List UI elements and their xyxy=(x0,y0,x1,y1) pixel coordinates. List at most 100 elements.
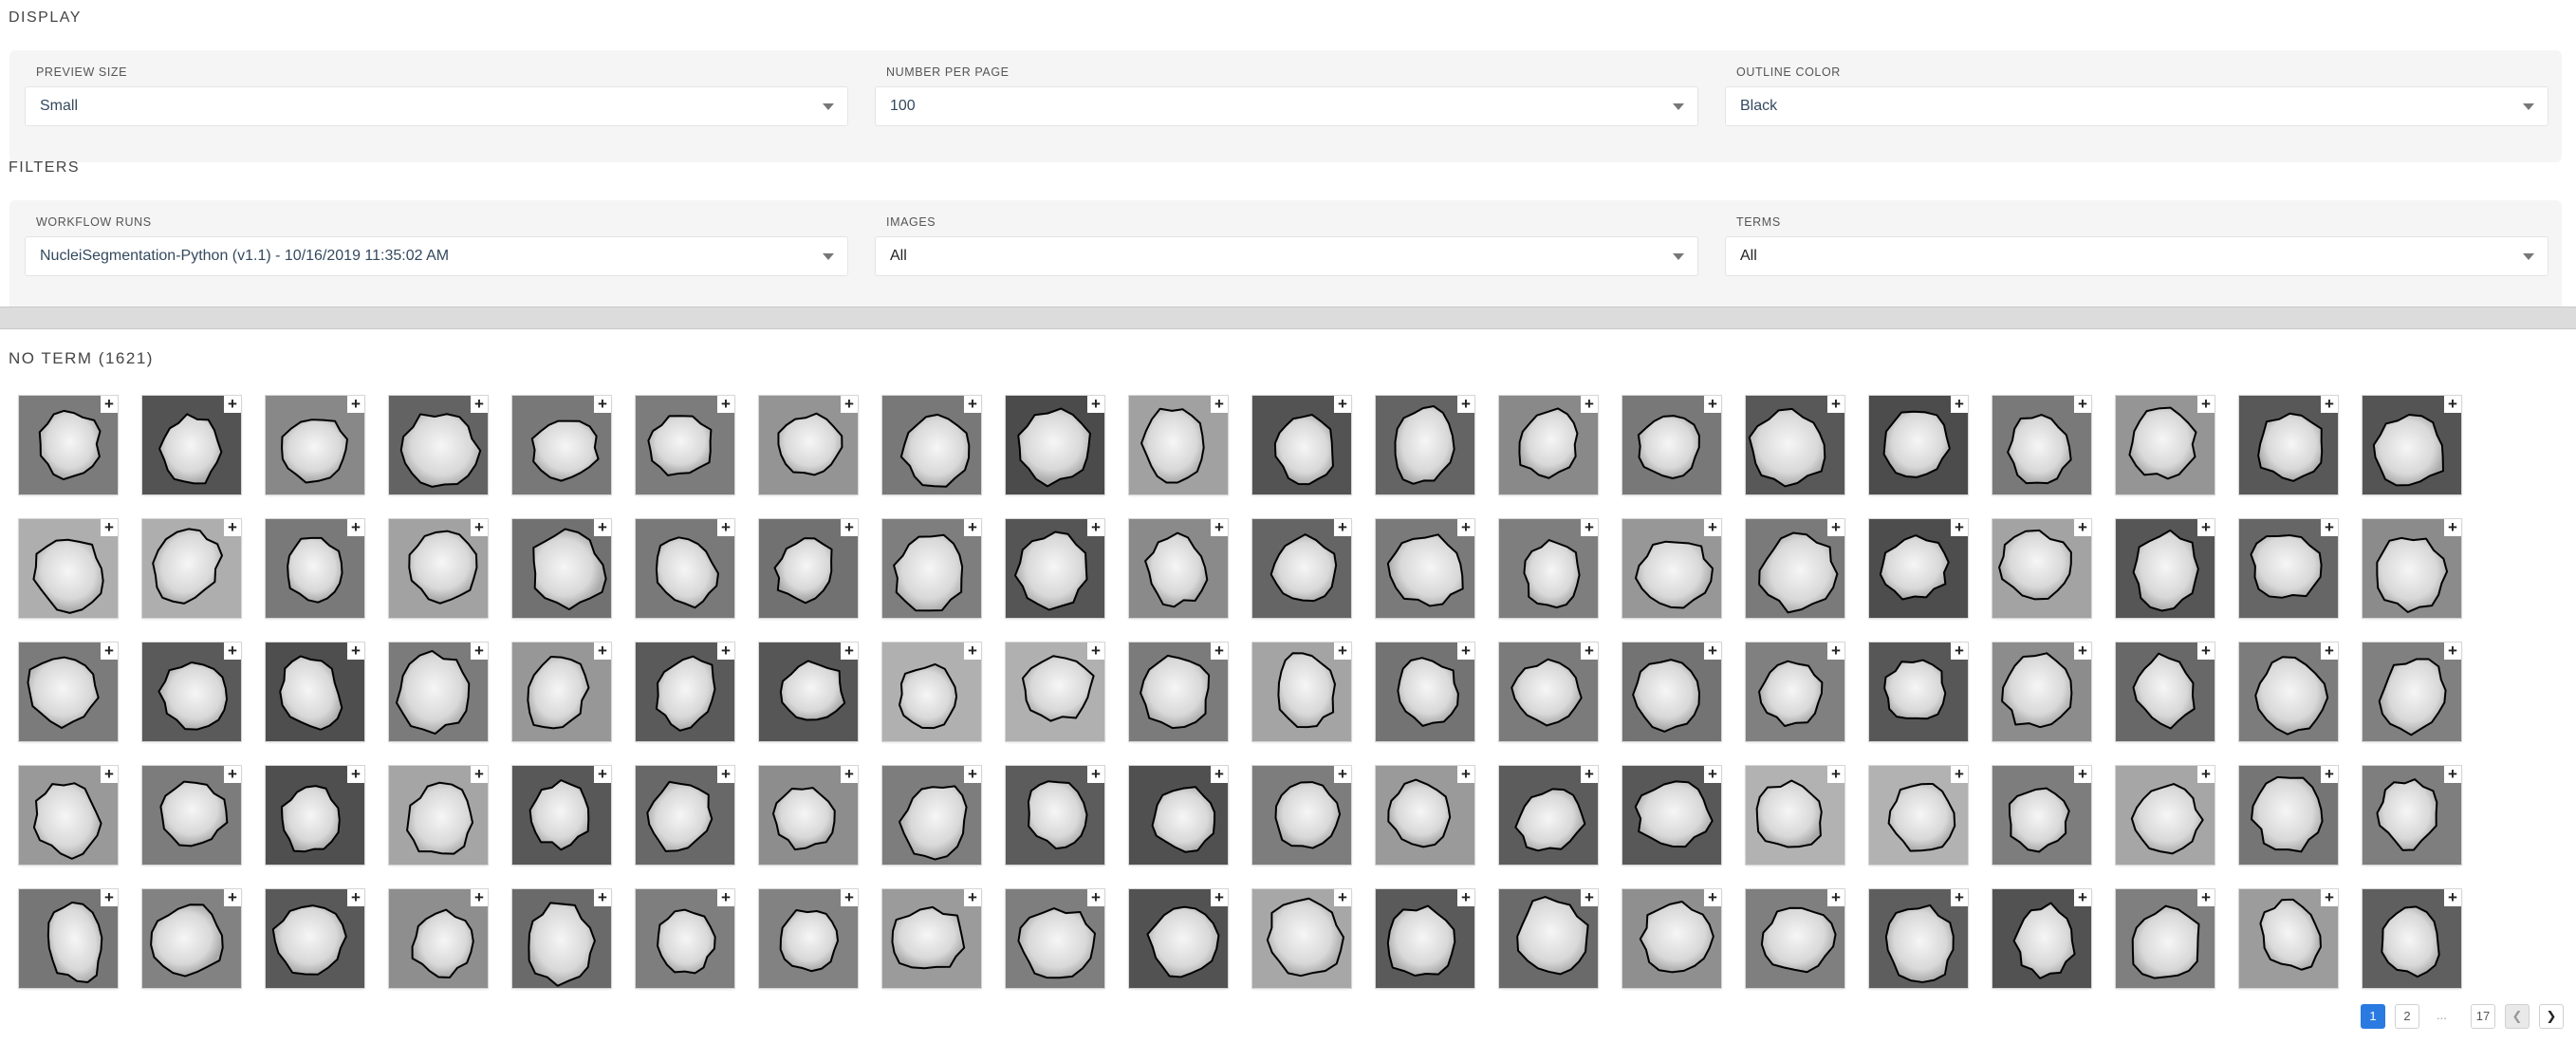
annotation-thumbnail[interactable]: + xyxy=(1129,396,1228,494)
annotation-thumbnail[interactable]: + xyxy=(1006,889,1104,988)
plus-icon[interactable]: + xyxy=(717,643,734,660)
plus-icon[interactable]: + xyxy=(2074,889,2091,906)
annotation-thumbnail[interactable]: + xyxy=(1869,643,1968,741)
annotation-thumbnail[interactable]: + xyxy=(142,396,241,494)
annotation-thumbnail[interactable]: + xyxy=(1869,519,1968,618)
annotation-thumbnail[interactable]: + xyxy=(1869,766,1968,865)
plus-icon[interactable]: + xyxy=(1827,643,1844,660)
plus-icon[interactable]: + xyxy=(1087,519,1104,536)
plus-icon[interactable]: + xyxy=(471,889,488,906)
annotation-thumbnail[interactable]: + xyxy=(1622,519,1721,618)
annotation-thumbnail[interactable]: + xyxy=(636,889,734,988)
annotation-thumbnail[interactable]: + xyxy=(266,889,364,988)
annotation-thumbnail[interactable]: + xyxy=(882,396,981,494)
annotation-thumbnail[interactable]: + xyxy=(1006,396,1104,494)
annotation-thumbnail[interactable]: + xyxy=(882,766,981,865)
annotation-thumbnail[interactable]: + xyxy=(1376,396,1474,494)
annotation-thumbnail[interactable]: + xyxy=(19,519,118,618)
plus-icon[interactable]: + xyxy=(101,889,118,906)
plus-icon[interactable]: + xyxy=(2074,396,2091,413)
plus-icon[interactable]: + xyxy=(2321,643,2338,660)
plus-icon[interactable]: + xyxy=(101,396,118,413)
plus-icon[interactable]: + xyxy=(841,396,858,413)
plus-icon[interactable]: + xyxy=(347,519,364,536)
plus-icon[interactable]: + xyxy=(964,889,981,906)
plus-icon[interactable]: + xyxy=(2444,519,2461,536)
plus-icon[interactable]: + xyxy=(594,889,611,906)
annotation-thumbnail[interactable]: + xyxy=(1129,643,1228,741)
terms-select[interactable]: All xyxy=(1725,236,2548,276)
annotation-thumbnail[interactable]: + xyxy=(1376,889,1474,988)
annotation-thumbnail[interactable]: + xyxy=(1252,396,1351,494)
annotation-thumbnail[interactable]: + xyxy=(512,766,611,865)
plus-icon[interactable]: + xyxy=(101,643,118,660)
annotation-thumbnail[interactable]: + xyxy=(1006,519,1104,618)
annotation-thumbnail[interactable]: + xyxy=(2239,396,2338,494)
outline-color-select[interactable]: Black xyxy=(1725,86,2548,126)
resize-divider[interactable] xyxy=(0,307,2576,329)
plus-icon[interactable]: + xyxy=(1211,396,1228,413)
annotation-thumbnail[interactable]: + xyxy=(2363,643,2461,741)
plus-icon[interactable]: + xyxy=(224,766,241,783)
plus-icon[interactable]: + xyxy=(1951,766,1968,783)
plus-icon[interactable]: + xyxy=(717,519,734,536)
annotation-thumbnail[interactable]: + xyxy=(1376,643,1474,741)
plus-icon[interactable]: + xyxy=(841,766,858,783)
plus-icon[interactable]: + xyxy=(101,766,118,783)
plus-icon[interactable]: + xyxy=(1457,396,1474,413)
annotation-thumbnail[interactable]: + xyxy=(2363,889,2461,988)
annotation-thumbnail[interactable]: + xyxy=(19,643,118,741)
plus-icon[interactable]: + xyxy=(101,519,118,536)
annotation-thumbnail[interactable]: + xyxy=(1622,766,1721,865)
annotation-thumbnail[interactable]: + xyxy=(1006,643,1104,741)
plus-icon[interactable]: + xyxy=(1211,519,1228,536)
annotation-thumbnail[interactable]: + xyxy=(1376,766,1474,865)
plus-icon[interactable]: + xyxy=(1334,889,1351,906)
annotation-thumbnail[interactable]: + xyxy=(2363,396,2461,494)
plus-icon[interactable]: + xyxy=(1334,396,1351,413)
plus-icon[interactable]: + xyxy=(717,766,734,783)
plus-icon[interactable]: + xyxy=(717,889,734,906)
plus-icon[interactable]: + xyxy=(964,396,981,413)
annotation-thumbnail[interactable]: + xyxy=(636,396,734,494)
annotation-thumbnail[interactable]: + xyxy=(142,766,241,865)
plus-icon[interactable]: + xyxy=(2444,643,2461,660)
annotation-thumbnail[interactable]: + xyxy=(1622,889,1721,988)
annotation-thumbnail[interactable]: + xyxy=(389,396,488,494)
annotation-thumbnail[interactable]: + xyxy=(389,889,488,988)
annotation-thumbnail[interactable]: + xyxy=(2116,889,2215,988)
plus-icon[interactable]: + xyxy=(2321,519,2338,536)
annotation-thumbnail[interactable]: + xyxy=(1992,766,2091,865)
plus-icon[interactable]: + xyxy=(2321,889,2338,906)
plus-icon[interactable]: + xyxy=(1457,889,1474,906)
plus-icon[interactable]: + xyxy=(2321,396,2338,413)
plus-icon[interactable]: + xyxy=(224,396,241,413)
plus-icon[interactable]: + xyxy=(1457,519,1474,536)
annotation-thumbnail[interactable]: + xyxy=(1869,396,1968,494)
plus-icon[interactable]: + xyxy=(1827,519,1844,536)
images-select[interactable]: All xyxy=(875,236,1698,276)
annotation-thumbnail[interactable]: + xyxy=(2239,643,2338,741)
plus-icon[interactable]: + xyxy=(841,889,858,906)
plus-icon[interactable]: + xyxy=(1704,396,1721,413)
plus-icon[interactable]: + xyxy=(1704,643,1721,660)
preview-size-select[interactable]: Small xyxy=(25,86,848,126)
plus-icon[interactable]: + xyxy=(1457,766,1474,783)
plus-icon[interactable]: + xyxy=(594,396,611,413)
annotation-thumbnail[interactable]: + xyxy=(1992,396,2091,494)
annotation-thumbnail[interactable]: + xyxy=(882,519,981,618)
annotation-thumbnail[interactable]: + xyxy=(512,889,611,988)
plus-icon[interactable]: + xyxy=(224,519,241,536)
annotation-thumbnail[interactable]: + xyxy=(636,643,734,741)
annotation-thumbnail[interactable]: + xyxy=(1746,766,1844,865)
plus-icon[interactable]: + xyxy=(1704,889,1721,906)
plus-icon[interactable]: + xyxy=(1211,889,1228,906)
annotation-thumbnail[interactable]: + xyxy=(1992,519,2091,618)
plus-icon[interactable]: + xyxy=(2074,643,2091,660)
plus-icon[interactable]: + xyxy=(1087,396,1104,413)
plus-icon[interactable]: + xyxy=(1211,643,1228,660)
annotation-thumbnail[interactable]: + xyxy=(512,396,611,494)
annotation-thumbnail[interactable]: + xyxy=(759,889,858,988)
annotation-thumbnail[interactable]: + xyxy=(882,889,981,988)
annotation-thumbnail[interactable]: + xyxy=(266,643,364,741)
